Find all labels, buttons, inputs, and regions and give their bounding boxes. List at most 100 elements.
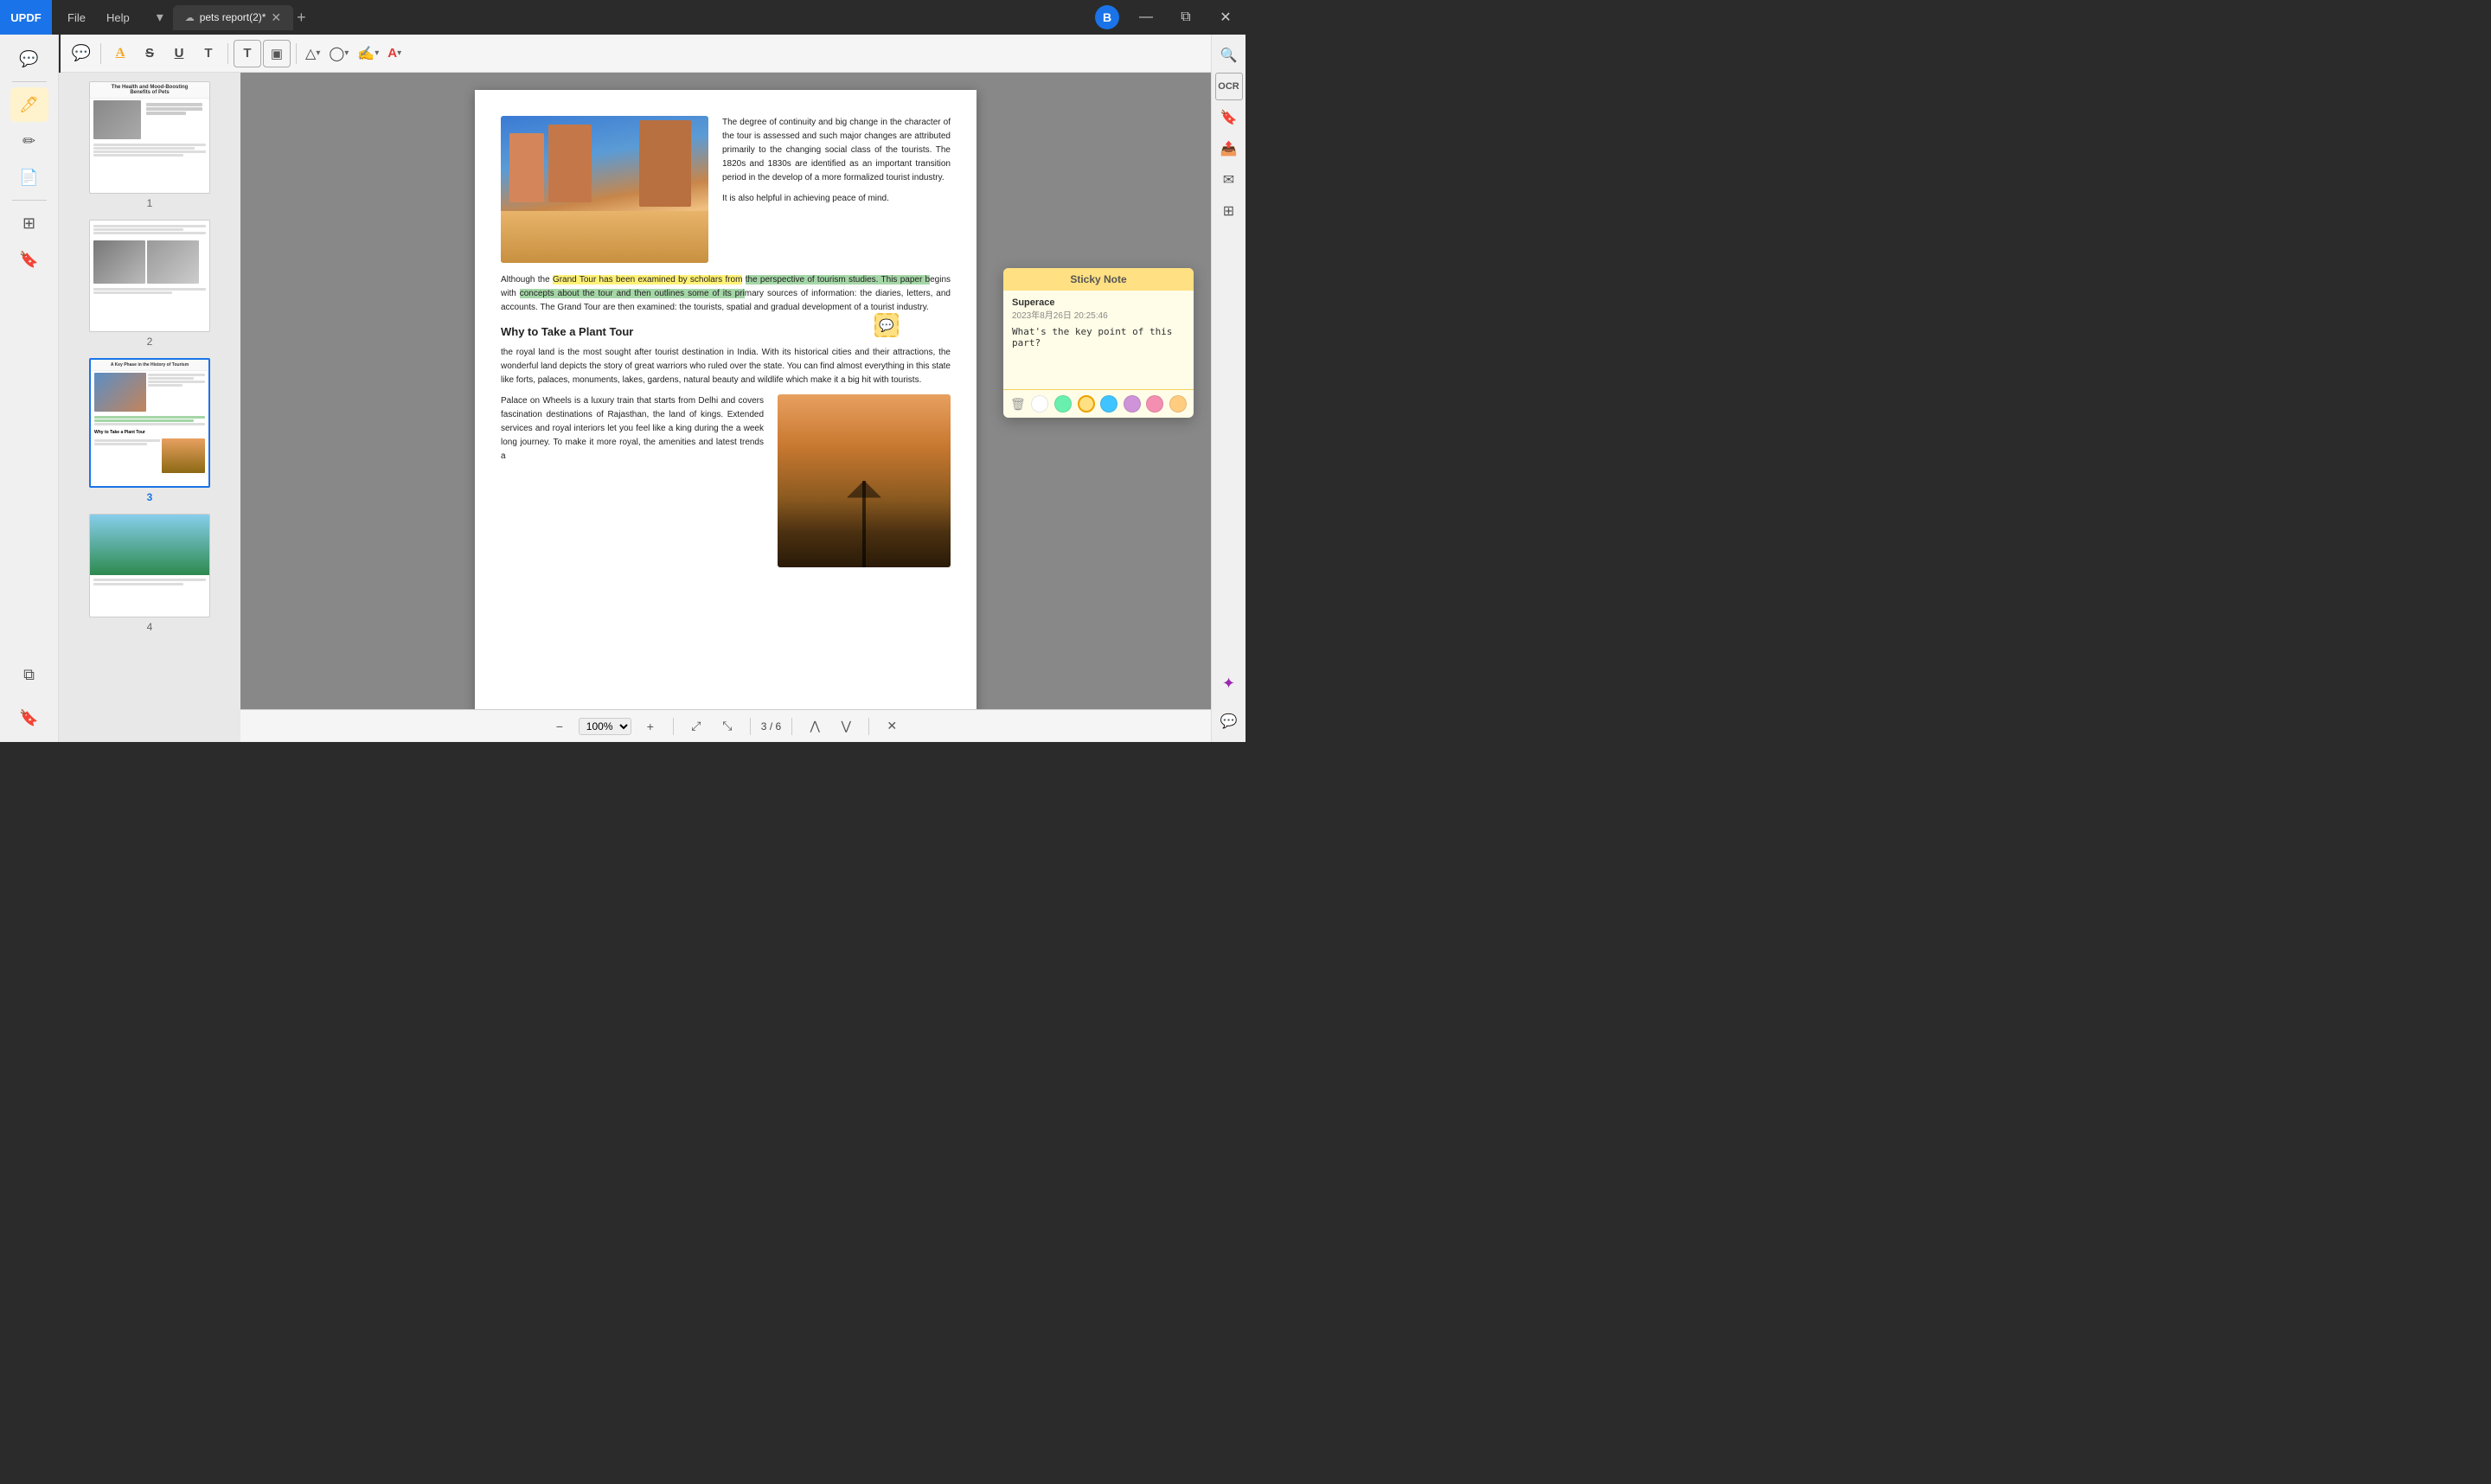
- thumb-3-bottom: [91, 437, 208, 475]
- signature-button[interactable]: ✍ ▾: [354, 45, 382, 62]
- tab-close-button[interactable]: ✕: [271, 10, 281, 25]
- thumbnail-4[interactable]: 4: [89, 514, 210, 633]
- close-button[interactable]: ✕: [1206, 0, 1246, 35]
- thumb-2-num: 2: [147, 336, 153, 348]
- thumb-frame-3: A Key Phase in the History of Tourism Wh…: [89, 358, 210, 488]
- right-ocr[interactable]: OCR: [1215, 73, 1243, 100]
- highlight-green-perspective: the perspective of tourism studies. This…: [746, 275, 930, 285]
- help-menu[interactable]: Help: [98, 8, 138, 28]
- color-orange[interactable]: [1169, 395, 1187, 413]
- thumb-frame-2: [89, 220, 210, 332]
- thumb-3-imgs: [91, 371, 208, 413]
- sidebar-organize[interactable]: ⊞: [10, 206, 48, 240]
- pdf-body-para2: the royal land is the most sought after …: [501, 346, 951, 387]
- thumb-2-content: [90, 221, 209, 239]
- sidebar-comment[interactable]: 💬: [10, 42, 48, 76]
- strikethrough-button[interactable]: S: [136, 40, 163, 67]
- signature-icon: ✍: [357, 45, 375, 62]
- file-menu[interactable]: File: [59, 8, 94, 28]
- zoom-out-button[interactable]: −: [548, 714, 572, 739]
- right-comment-panel[interactable]: 💬: [1215, 707, 1243, 735]
- pdf-right-para2: It is also helpful in achieving peace of…: [722, 192, 951, 206]
- sidebar-layers[interactable]: ⧉: [10, 657, 48, 692]
- total-pages: 6: [776, 720, 782, 732]
- pdf-body-para3: Palace on Wheels is a luxury train that …: [501, 394, 764, 464]
- thumb-1-content: [90, 99, 209, 141]
- current-page: 3: [761, 720, 767, 732]
- thumbnail-3[interactable]: A Key Phase in the History of Tourism Wh…: [89, 358, 210, 503]
- prev-annotation-button[interactable]: ⋀: [803, 714, 827, 739]
- toolbar-separator-3: [296, 43, 297, 64]
- right-export[interactable]: 📤: [1215, 135, 1243, 163]
- highlight-grand-tour: Grand Tour has been examined by scholars…: [553, 275, 743, 285]
- zoom-select[interactable]: 100% 75% 125% 150%: [579, 718, 631, 735]
- thumbnail-2[interactable]: 2: [89, 220, 210, 348]
- thumb-3-title: A Key Phase in the History of Tourism: [91, 360, 208, 371]
- shape-button[interactable]: ◯ ▾: [325, 45, 352, 62]
- right-ai[interactable]: ✦: [1215, 669, 1243, 697]
- right-search[interactable]: 🔍: [1215, 42, 1243, 69]
- bottom-sep-2: [750, 718, 751, 735]
- thumb-4-text: [90, 575, 209, 588]
- annotation-toolbar: 💬 A S U T T ▣ △ ▾ ◯ ▾ ✍ ▾ A ▾: [61, 35, 1211, 73]
- textbox-button[interactable]: ▣: [263, 40, 291, 67]
- fit-page-button[interactable]: ⤢: [684, 714, 708, 739]
- shape-icon: ◯: [329, 45, 344, 62]
- shape-caret: ▾: [344, 48, 349, 58]
- pdf-page: The degree of continuity and big change …: [475, 90, 977, 725]
- sticky-note-color-picker: 🗑: [1003, 389, 1194, 418]
- right-convert[interactable]: 🔖: [1215, 104, 1243, 131]
- maximize-button[interactable]: ⧉: [1166, 0, 1206, 35]
- color-caret: ▾: [397, 48, 401, 58]
- comment-icon[interactable]: 💬: [874, 313, 899, 337]
- next-annotation-button[interactable]: ⋁: [834, 714, 858, 739]
- pdf-bottom-section: Palace on Wheels is a luxury train that …: [501, 394, 951, 567]
- active-tab[interactable]: ☁ pets report(2)* ✕: [173, 5, 293, 30]
- color-purple[interactable]: [1124, 395, 1141, 413]
- color-white[interactable]: [1031, 395, 1048, 413]
- highlight-button[interactable]: A: [106, 40, 134, 67]
- tab-cloud-icon: ☁: [185, 12, 195, 23]
- bottom-sep-1: [673, 718, 674, 735]
- close-annotation-panel[interactable]: ✕: [880, 714, 904, 739]
- bottom-bar: − 100% 75% 125% 150% + ⤢ ⤡ 3 / 6 ⋀ ⋁ ✕: [240, 709, 1211, 742]
- thumb-1-num: 1: [147, 197, 153, 209]
- color-pink[interactable]: [1146, 395, 1163, 413]
- thumb-1-title: The Health and Mood-BoostingBenefits of …: [90, 82, 209, 99]
- fit-width-button[interactable]: ⤡: [715, 714, 740, 739]
- comment-button[interactable]: 💬: [67, 40, 95, 67]
- tab-title: pets report(2)*: [200, 11, 266, 23]
- bottom-sep-4: [868, 718, 869, 735]
- underline-button[interactable]: U: [165, 40, 193, 67]
- thumb-frame-1: The Health and Mood-BoostingBenefits of …: [89, 81, 210, 194]
- thumb-1-img: [93, 100, 141, 139]
- zoom-in-button[interactable]: +: [638, 714, 663, 739]
- text-squiggle-button[interactable]: T: [195, 40, 222, 67]
- right-email[interactable]: ✉: [1215, 166, 1243, 194]
- sticky-note-header: Sticky Note: [1003, 268, 1194, 291]
- app-logo: UPDF: [0, 0, 52, 35]
- minimize-button[interactable]: —: [1126, 0, 1166, 35]
- sticky-delete-button[interactable]: 🗑: [1010, 397, 1026, 412]
- sidebar-stamp[interactable]: 🔖: [10, 242, 48, 277]
- color-yellow[interactable]: [1078, 395, 1095, 413]
- thumbnail-1[interactable]: The Health and Mood-BoostingBenefits of …: [89, 81, 210, 209]
- sidebar-bookmark[interactable]: 🔖: [10, 700, 48, 735]
- page-display: 3 / 6: [761, 720, 781, 732]
- highlight-green-concepts: concepts about the tour and then outline…: [520, 289, 745, 298]
- stamp-icon: △: [305, 45, 316, 62]
- thumb-2-text: [93, 224, 206, 235]
- color-green[interactable]: [1054, 395, 1072, 413]
- sticky-note-text-input[interactable]: [1012, 326, 1185, 378]
- sidebar-highlight[interactable]: 🖊: [10, 87, 48, 122]
- sidebar-pages[interactable]: 📄: [10, 160, 48, 195]
- thumb-4-img: [90, 515, 209, 575]
- color-blue[interactable]: [1100, 395, 1117, 413]
- add-tab-button[interactable]: +: [297, 9, 306, 27]
- tab-dropdown[interactable]: ▾: [147, 0, 173, 35]
- typewriter-button[interactable]: T: [234, 40, 261, 67]
- stamp-button[interactable]: △ ▾: [302, 45, 323, 62]
- color-button[interactable]: A ▾: [384, 46, 405, 61]
- right-grid[interactable]: ⊞: [1215, 197, 1243, 225]
- sidebar-edit[interactable]: ✏: [10, 124, 48, 158]
